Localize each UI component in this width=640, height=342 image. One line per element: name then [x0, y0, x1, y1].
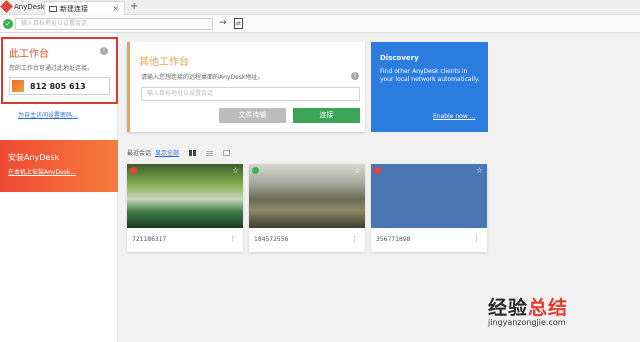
enable-now-link[interactable]: Enable now ... [433, 113, 475, 120]
connect-arrow-icon[interactable]: → [219, 18, 227, 28]
new-tab-button[interactable]: + [130, 1, 138, 12]
tab-label: 新建连接 [60, 4, 88, 13]
file-transfer-button[interactable]: 文件传输 [219, 108, 286, 123]
star-icon[interactable]: ☆ [232, 166, 239, 175]
recent-sessions-header: 最近会话 显示全部 [127, 148, 231, 157]
this-desk-description: 您的工作台可通过此地址连接。 [9, 65, 94, 72]
session-id: 356771898 [376, 236, 411, 243]
status-dot [374, 167, 381, 174]
watermark: 经验总结 [488, 293, 568, 320]
address-input[interactable]: 输入目标地址以设置会话 [15, 18, 213, 30]
discovery-title: Discovery [380, 54, 419, 62]
install-link[interactable]: 在本机上安装AnyDesk... [8, 167, 76, 176]
session-id: 184572556 [254, 236, 289, 243]
app-name: AnyDesk [14, 2, 45, 11]
status-dot [252, 167, 259, 174]
more-options-icon[interactable]: ⋮ [351, 235, 358, 243]
session-thumbnail [249, 164, 365, 228]
set-password-link[interactable]: 为自主访问设置密码... [18, 110, 78, 119]
info-icon[interactable]: i [351, 72, 359, 80]
desk-id-box[interactable]: 812 805 613 [9, 77, 110, 95]
remote-desk-title: 其他工作台 [139, 57, 189, 68]
session-card[interactable]: ☆ 721186317 ⋮ [127, 164, 243, 252]
address-bar: ✓ 输入目标地址以设置会话 → ⇄ [0, 15, 640, 33]
tab-new-connection[interactable]: 新建连接 × [44, 1, 125, 15]
watermark-url: jingyanzongjie.com [488, 318, 566, 327]
this-desk-panel: 此工作台 i 您的工作台可通过此地址连接。 812 805 613 [1, 37, 118, 104]
session-thumbnail [371, 164, 487, 228]
info-icon[interactable]: i [100, 47, 108, 55]
grid-view-icon[interactable] [189, 149, 197, 156]
session-card[interactable]: ☆ 184572556 ⋮ [249, 164, 365, 252]
desk-id: 812 805 613 [30, 82, 86, 91]
tab-close-button[interactable]: × [112, 4, 119, 13]
this-desk-title: 此工作台 [9, 49, 49, 60]
discovery-description: Find other AnyDesk clients in your local… [380, 68, 480, 83]
session-id: 721186317 [132, 236, 167, 243]
remote-address-input[interactable]: 输入目标地址以设置会话 [141, 87, 360, 101]
anydesk-logo-icon [0, 0, 13, 13]
detail-view-icon[interactable] [223, 149, 231, 156]
tab-bar: AnyDesk 新建连接 × + [0, 0, 640, 15]
avatar [12, 80, 24, 92]
connect-button[interactable]: 连接 [293, 108, 360, 123]
more-options-icon[interactable]: ⋮ [229, 235, 236, 243]
install-title: 安装AnyDesk [8, 153, 60, 162]
status-dot [130, 167, 137, 174]
session-thumbnail [127, 164, 243, 228]
show-all-link[interactable]: 显示全部 [155, 148, 179, 157]
discovery-panel: Discovery Find other AnyDesk clients in … [371, 42, 488, 132]
install-panel: 安装AnyDesk 在本机上安装AnyDesk... [0, 140, 118, 192]
monitor-icon [49, 5, 57, 12]
recent-label: 最近会话 [127, 150, 152, 157]
app-logo[interactable]: AnyDesk [0, 0, 45, 13]
star-icon[interactable]: ☆ [476, 166, 483, 175]
session-card[interactable]: ☆ 356771898 ⋮ [371, 164, 487, 252]
more-options-icon[interactable]: ⋮ [473, 235, 480, 243]
star-icon[interactable]: ☆ [354, 166, 361, 175]
file-transfer-icon[interactable]: ⇄ [234, 18, 243, 29]
connection-ok-icon: ✓ [3, 19, 13, 29]
list-view-icon[interactable] [206, 149, 214, 156]
watermark-text-b: 总结 [528, 297, 569, 319]
watermark-text-a: 经验 [488, 297, 529, 319]
remote-desk-description: 请输入您想连接的远程桌面的AnyDesk地址。 [141, 74, 264, 81]
remote-desk-panel: 其他工作台 请输入您想连接的远程桌面的AnyDesk地址。 i 输入目标地址以设… [127, 42, 365, 132]
